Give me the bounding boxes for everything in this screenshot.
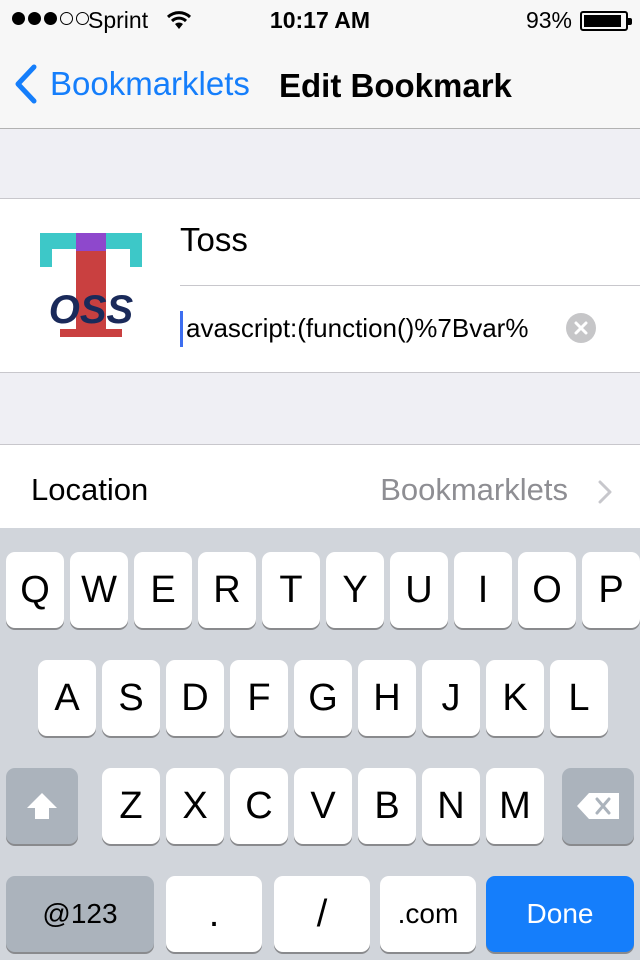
key-o[interactable]: O bbox=[518, 552, 576, 628]
location-value: Bookmarklets bbox=[380, 472, 568, 507]
key-q[interactable]: Q bbox=[6, 552, 64, 628]
dotcom-key[interactable]: .com bbox=[380, 876, 476, 952]
key-x[interactable]: X bbox=[166, 768, 224, 844]
done-button[interactable]: Done bbox=[486, 876, 634, 952]
text-cursor bbox=[180, 311, 183, 347]
key-z[interactable]: Z bbox=[102, 768, 160, 844]
key-g[interactable]: G bbox=[294, 660, 352, 736]
period-key[interactable]: . bbox=[166, 876, 262, 952]
key-m[interactable]: M bbox=[486, 768, 544, 844]
chevron-left-icon bbox=[15, 64, 37, 104]
key-a[interactable]: A bbox=[38, 660, 96, 736]
page-title: Edit Bookmark bbox=[279, 67, 512, 104]
backspace-icon bbox=[577, 793, 619, 819]
shift-key[interactable] bbox=[6, 768, 78, 844]
chevron-right-icon bbox=[598, 480, 612, 504]
battery-percent: 93% bbox=[525, 7, 572, 33]
key-t[interactable]: T bbox=[262, 552, 320, 628]
key-l[interactable]: L bbox=[550, 660, 608, 736]
location-row[interactable]: Location Bookmarklets bbox=[0, 444, 640, 534]
key-s[interactable]: S bbox=[102, 660, 160, 736]
bookmark-title-field[interactable]: Toss bbox=[180, 221, 248, 259]
slash-key[interactable]: / bbox=[274, 876, 370, 952]
divider bbox=[180, 285, 640, 286]
key-e[interactable]: E bbox=[134, 552, 192, 628]
clear-text-button[interactable] bbox=[566, 313, 596, 343]
key-d[interactable]: D bbox=[166, 660, 224, 736]
key-u[interactable]: U bbox=[390, 552, 448, 628]
shift-icon bbox=[27, 793, 57, 819]
bookmark-url-text: avascript:(function()%7Bvar% bbox=[186, 313, 529, 343]
key-i[interactable]: I bbox=[454, 552, 512, 628]
key-h[interactable]: H bbox=[358, 660, 416, 736]
bookmark-logo: OSS bbox=[40, 233, 142, 337]
key-f[interactable]: F bbox=[230, 660, 288, 736]
back-button-label: Bookmarklets bbox=[50, 65, 250, 102]
key-b[interactable]: B bbox=[358, 768, 416, 844]
battery-icon bbox=[580, 11, 632, 31]
delete-key[interactable] bbox=[562, 768, 634, 844]
location-label: Location bbox=[31, 472, 149, 507]
numbers-key[interactable]: @123 bbox=[6, 876, 154, 952]
bookmark-card: OSS Toss avascript:(function()%7Bvar% bbox=[0, 198, 640, 373]
key-c[interactable]: C bbox=[230, 768, 288, 844]
close-icon bbox=[574, 321, 588, 335]
svg-text:OSS: OSS bbox=[49, 288, 134, 332]
key-v[interactable]: V bbox=[294, 768, 352, 844]
navigation-bar: Bookmarklets Edit Bookmark bbox=[0, 40, 640, 129]
key-n[interactable]: N bbox=[422, 768, 480, 844]
back-button[interactable]: Bookmarklets bbox=[14, 64, 250, 104]
status-bar: Sprint 10:17 AM 93% bbox=[0, 0, 640, 40]
key-p[interactable]: P bbox=[582, 552, 640, 628]
key-j[interactable]: J bbox=[422, 660, 480, 736]
key-y[interactable]: Y bbox=[326, 552, 384, 628]
key-r[interactable]: R bbox=[198, 552, 256, 628]
bookmark-url-field[interactable]: avascript:(function()%7Bvar% bbox=[180, 309, 608, 349]
key-k[interactable]: K bbox=[486, 660, 544, 736]
keyboard: @123 . / .com Done QWERTYUIOP ASDFGHJKL ZX… bbox=[0, 528, 640, 960]
key-w[interactable]: W bbox=[70, 552, 128, 628]
